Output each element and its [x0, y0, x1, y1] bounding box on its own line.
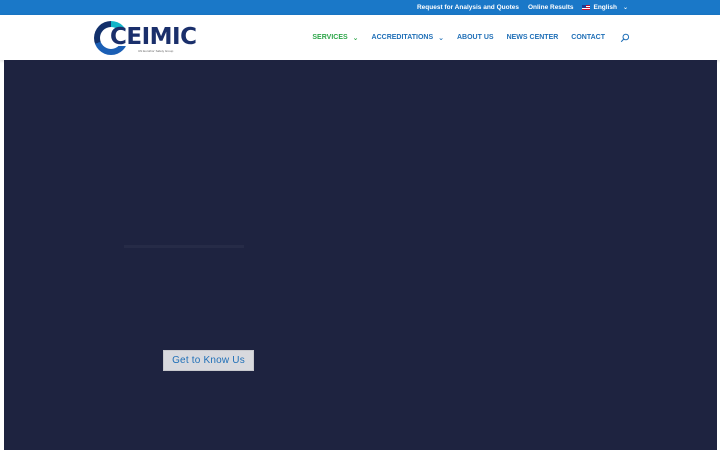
search-icon[interactable] [620, 33, 630, 43]
us-flag-icon [582, 5, 591, 10]
nav-item-label: SERVICES [312, 34, 348, 41]
language-selector[interactable]: English ⌄ [582, 4, 628, 11]
nav-item-accreditations[interactable]: ACCREDITATIONS ⌄ [372, 34, 444, 42]
language-label: English [593, 4, 617, 11]
nav-item-label: CONTACT [571, 34, 605, 41]
nav-item-news-center[interactable]: NEWS CENTER [507, 34, 559, 41]
main-nav: SERVICES ⌄ ACCREDITATIONS ⌄ ABOUT US NEW… [312, 15, 630, 60]
hero-section: Get to Know Us [4, 60, 717, 450]
nav-item-label: ACCREDITATIONS [371, 34, 434, 41]
hero-faint-text [124, 245, 244, 248]
logo-wordmark: CEIMIC [110, 24, 197, 50]
top-bar-links: Request for Analysis and Quotes Online R… [417, 0, 628, 15]
logo-tagline: UN Eurofins' Safety Group [138, 49, 174, 53]
chevron-down-icon: ⌄ [352, 34, 359, 42]
nav-item-label: NEWS CENTER [506, 34, 559, 41]
chevron-down-icon: ⌄ [622, 5, 628, 11]
nav-item-contact[interactable]: CONTACT [571, 34, 605, 41]
top-bar: Request for Analysis and Quotes Online R… [0, 0, 720, 15]
nav-item-label: ABOUT US [457, 34, 494, 41]
get-to-know-us-button[interactable]: Get to Know Us [163, 350, 254, 371]
nav-item-about-us[interactable]: ABOUT US [457, 34, 494, 41]
online-results-link[interactable]: Online Results [528, 4, 574, 11]
chevron-down-icon: ⌄ [438, 34, 444, 42]
ceimic-logo[interactable]: CEIMIC UN Eurofins' Safety Group [94, 20, 197, 56]
nav-item-services[interactable]: SERVICES ⌄ [312, 34, 358, 42]
request-analysis-link[interactable]: Request for Analysis and Quotes [417, 4, 519, 11]
